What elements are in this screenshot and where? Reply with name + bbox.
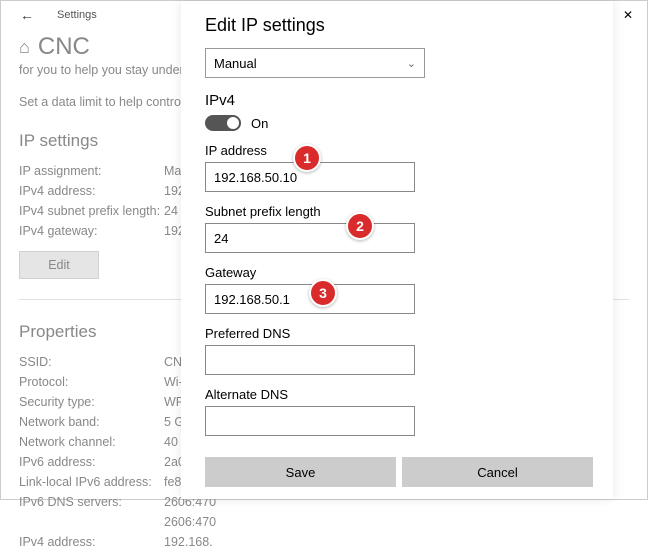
kv-key [19, 515, 164, 529]
app-title: Settings [57, 9, 97, 21]
save-button[interactable]: Save [205, 457, 396, 487]
field-label: Gateway [205, 265, 593, 280]
kv-key: Network channel: [19, 435, 164, 449]
kv-key: SSID: [19, 355, 164, 369]
edit-ip-dialog: Edit IP settings Manual ⌄ IPv4 On IP add… [181, 1, 613, 499]
field-label: Preferred DNS [205, 326, 593, 341]
field-label: Alternate DNS [205, 387, 593, 402]
kv-value: 2606:470 [164, 515, 216, 529]
home-icon: ⌂ [19, 37, 30, 58]
ip-assignment-select[interactable]: Manual ⌄ [205, 48, 425, 78]
kv-key: IPv4 subnet prefix length: [19, 204, 164, 218]
field-label: IP address [205, 143, 593, 158]
field-input-1[interactable]: 24 [205, 223, 415, 253]
callout-1: 1 [293, 144, 321, 172]
kv-key: Security type: [19, 395, 164, 409]
kv-row: IPv4 address:192.168. [19, 532, 629, 552]
kv-key: IPv4 gateway: [19, 224, 164, 238]
kv-key: Protocol: [19, 375, 164, 389]
back-arrow-icon[interactable]: ← [17, 7, 37, 23]
close-button[interactable]: ✕ [609, 1, 647, 29]
select-value: Manual [214, 56, 257, 71]
kv-key: IPv6 address: [19, 455, 164, 469]
chevron-down-icon: ⌄ [407, 57, 416, 70]
ipv4-heading: IPv4 [205, 92, 593, 109]
dialog-title: Edit IP settings [205, 15, 593, 36]
callout-3: 3 [309, 279, 337, 307]
kv-key: IPv4 address: [19, 535, 164, 549]
kv-value: 40 [164, 435, 178, 449]
network-name: CNC [38, 33, 90, 61]
callout-2: 2 [346, 212, 374, 240]
kv-key: IPv6 DNS servers: [19, 495, 164, 509]
toggle-label: On [251, 116, 268, 131]
field-input-3[interactable] [205, 345, 415, 375]
field-input-4[interactable] [205, 406, 415, 436]
ipv4-toggle[interactable] [205, 115, 241, 131]
edit-button[interactable]: Edit [19, 251, 99, 279]
kv-key: Link-local IPv6 address: [19, 475, 164, 489]
kv-key: Network band: [19, 415, 164, 429]
kv-key: IP assignment: [19, 164, 164, 178]
cancel-button[interactable]: Cancel [402, 457, 593, 487]
field-label: Subnet prefix length [205, 204, 593, 219]
kv-value: 24 [164, 204, 178, 218]
kv-row: 2606:470 [19, 512, 629, 532]
kv-value: 192.168. [164, 535, 213, 549]
kv-key: IPv4 address: [19, 184, 164, 198]
